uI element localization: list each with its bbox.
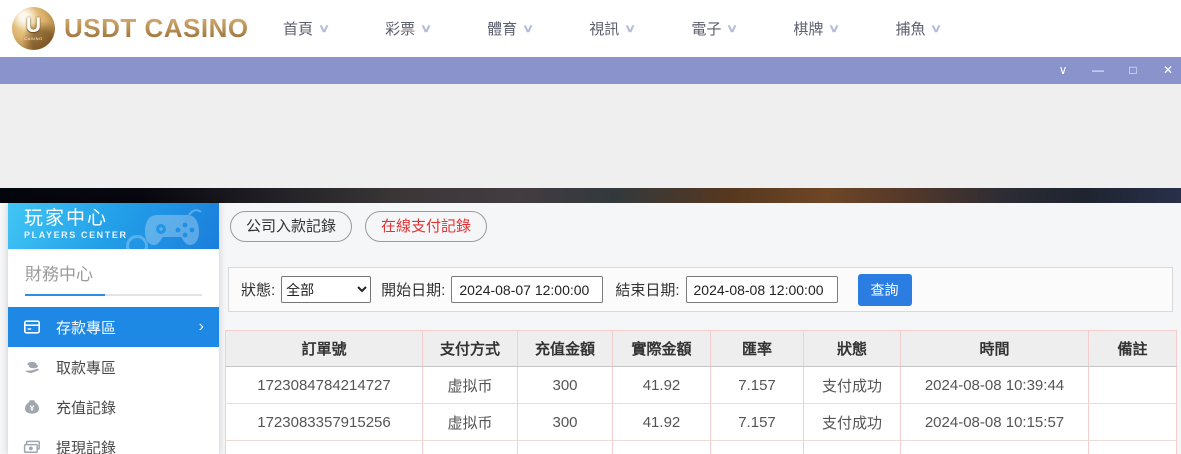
- nav-item-video[interactable]: 視訊 ∨: [589, 18, 637, 39]
- maximize-icon[interactable]: □: [1126, 57, 1140, 84]
- cell-actual-amount: [612, 440, 711, 454]
- content-area: 玩家中心 PLAYERS CENTER 財務中心 存款專區 › 取款專區 充值記…: [0, 203, 1181, 454]
- cell-recharge-amount: 300: [517, 403, 613, 441]
- start-date-label: 開始日期:: [381, 282, 446, 299]
- cell-time: [900, 440, 1089, 454]
- nav-item-fishing[interactable]: 捕魚 ∨: [895, 18, 943, 39]
- nav-item-lottery[interactable]: 彩票 ∨: [385, 18, 433, 39]
- sidebar-item-label: 充值記錄: [56, 399, 117, 417]
- close-icon[interactable]: ✕: [1161, 57, 1175, 84]
- cell-recharge-amount: 300: [517, 366, 613, 404]
- cell-recharge-amount: [517, 440, 613, 454]
- sidebar-item-withdraw[interactable]: 取款專區: [8, 347, 219, 387]
- chevron-down-icon: ∨: [930, 23, 943, 35]
- sidebar-item-label: 存款專區: [56, 319, 117, 337]
- chevron-down-icon: ∨: [828, 23, 841, 35]
- cell-exchange-rate: 7.157: [710, 366, 804, 404]
- record-tabs: 公司入款記錄 在線支付記錄: [230, 211, 488, 242]
- tab-online-payment-records[interactable]: 在線支付記錄: [365, 211, 488, 242]
- gamepad-icon: [145, 209, 202, 245]
- payment-records-table: 訂單號 支付方式 充值金額 實際金額 匯率 狀態 時間 備註 172308478…: [225, 330, 1177, 454]
- table-row: 1723083357915256 虚拟币 300 41.92 7.157 支付成…: [225, 403, 1177, 441]
- cashout-notes-icon: [23, 440, 40, 453]
- sidebar-item-label: 取款專區: [56, 359, 117, 377]
- cell-remarks: [1088, 366, 1177, 404]
- sidebar-item-recharge-records[interactable]: 充值記錄: [8, 387, 219, 427]
- sidebar-item-cashout-records[interactable]: 提現記錄: [8, 427, 219, 454]
- casino-page: U CASINO USDT CASINO 首頁 ∨ 彩票 ∨ 體育 ∨ 視訊 ∨: [0, 0, 1181, 454]
- records-panel: 公司入款記錄 在線支付記錄 狀態: 全部 開始日期: 結束日期: 查詢: [225, 203, 1181, 454]
- logo-small-text: CASINO: [24, 36, 43, 41]
- cell-remarks: [1088, 403, 1177, 441]
- cell-payment-method: [422, 440, 518, 454]
- sidebar-item-label: 提現記錄: [56, 439, 117, 454]
- brand-logo[interactable]: U CASINO USDT CASINO: [12, 7, 249, 50]
- col-remarks: 備註: [1088, 330, 1177, 367]
- withdraw-hand-icon: [25, 362, 39, 373]
- table-row: 1723084784214727 虚拟币 300 41.92 7.157 支付成…: [225, 366, 1177, 404]
- logo-letter: U: [25, 14, 42, 37]
- cell-order-number: 1723084784214727: [225, 366, 423, 404]
- nav-item-home[interactable]: 首頁 ∨: [283, 18, 331, 39]
- nav-item-cards[interactable]: 棋牌 ∨: [793, 18, 841, 39]
- cell-status: 支付成功: [803, 366, 901, 404]
- cell-status: 支付成功: [803, 403, 901, 441]
- banner-image-sliver: [0, 188, 1181, 203]
- top-header: U CASINO USDT CASINO 首頁 ∨ 彩票 ∨ 體育 ∨ 視訊 ∨: [0, 0, 1181, 57]
- table-row: [225, 440, 1177, 454]
- window-title-bar: ∨ — □ ✕: [0, 57, 1181, 84]
- minimize-icon[interactable]: —: [1091, 57, 1105, 84]
- cell-actual-amount: 41.92: [612, 366, 711, 404]
- section-divider: [25, 294, 202, 296]
- chevron-down-icon: ∨: [318, 23, 331, 35]
- chevron-down-icon: ∨: [726, 23, 739, 35]
- soccer-ball-logo-icon: U CASINO: [12, 7, 55, 50]
- cell-order-number: [225, 440, 423, 454]
- nav-item-slots[interactable]: 電子 ∨: [691, 18, 739, 39]
- status-label: 狀態:: [241, 282, 276, 299]
- start-date-input[interactable]: [451, 276, 604, 303]
- tab-company-deposit-records[interactable]: 公司入款記錄: [230, 211, 353, 242]
- sidebar-item-deposit[interactable]: 存款專區 ›: [8, 307, 219, 347]
- cell-payment-method: 虚拟币: [422, 366, 518, 404]
- col-time: 時間: [900, 330, 1089, 367]
- player-center-sidebar: 玩家中心 PLAYERS CENTER 財務中心 存款專區 › 取款專區 充值記…: [8, 203, 219, 454]
- cell-exchange-rate: 7.157: [710, 403, 804, 441]
- search-button[interactable]: 查詢: [857, 273, 912, 306]
- empty-banner-area: [0, 84, 1181, 188]
- chevron-down-icon: ∨: [522, 23, 535, 35]
- col-recharge-amount: 充值金額: [517, 330, 613, 367]
- chevron-down-icon: ∨: [420, 23, 433, 35]
- chevron-down-icon: ∨: [624, 23, 637, 35]
- dropdown-icon[interactable]: ∨: [1056, 57, 1070, 84]
- filter-bar: 狀態: 全部 開始日期: 結束日期: 查詢: [228, 267, 1173, 312]
- end-date-input[interactable]: [685, 276, 838, 303]
- nav-item-sports[interactable]: 體育 ∨: [487, 18, 535, 39]
- cell-order-number: 1723083357915256: [225, 403, 423, 441]
- cell-remarks: [1088, 440, 1177, 454]
- end-date-label: 結束日期:: [615, 282, 680, 299]
- col-payment-method: 支付方式: [422, 330, 518, 367]
- finance-section-title: 財務中心: [25, 265, 93, 284]
- cell-time: 2024-08-08 10:39:44: [900, 366, 1089, 404]
- col-status: 狀態: [803, 330, 901, 367]
- brand-name: USDT CASINO: [64, 13, 249, 43]
- cell-time: 2024-08-08 10:15:57: [900, 403, 1089, 441]
- cell-actual-amount: 41.92: [612, 403, 711, 441]
- col-order-number: 訂單號: [225, 330, 423, 367]
- cell-status: [803, 440, 901, 454]
- chevron-right-icon: ›: [198, 318, 204, 335]
- table-header-row: 訂單號 支付方式 充值金額 實際金額 匯率 狀態 時間 備註: [225, 330, 1177, 367]
- status-select[interactable]: 全部: [281, 276, 372, 303]
- cell-exchange-rate: [710, 440, 804, 454]
- cell-payment-method: 虚拟币: [422, 403, 518, 441]
- deposit-card-icon: [23, 320, 40, 334]
- col-actual-amount: 實際金額: [612, 330, 711, 367]
- sidebar-header: 玩家中心 PLAYERS CENTER: [8, 203, 219, 249]
- col-exchange-rate: 匯率: [710, 330, 804, 367]
- main-nav: 首頁 ∨ 彩票 ∨ 體育 ∨ 視訊 ∨ 電子 ∨ 棋牌 ∨ 捕魚 ∨: [283, 0, 943, 57]
- recharge-bag-icon: [25, 400, 39, 414]
